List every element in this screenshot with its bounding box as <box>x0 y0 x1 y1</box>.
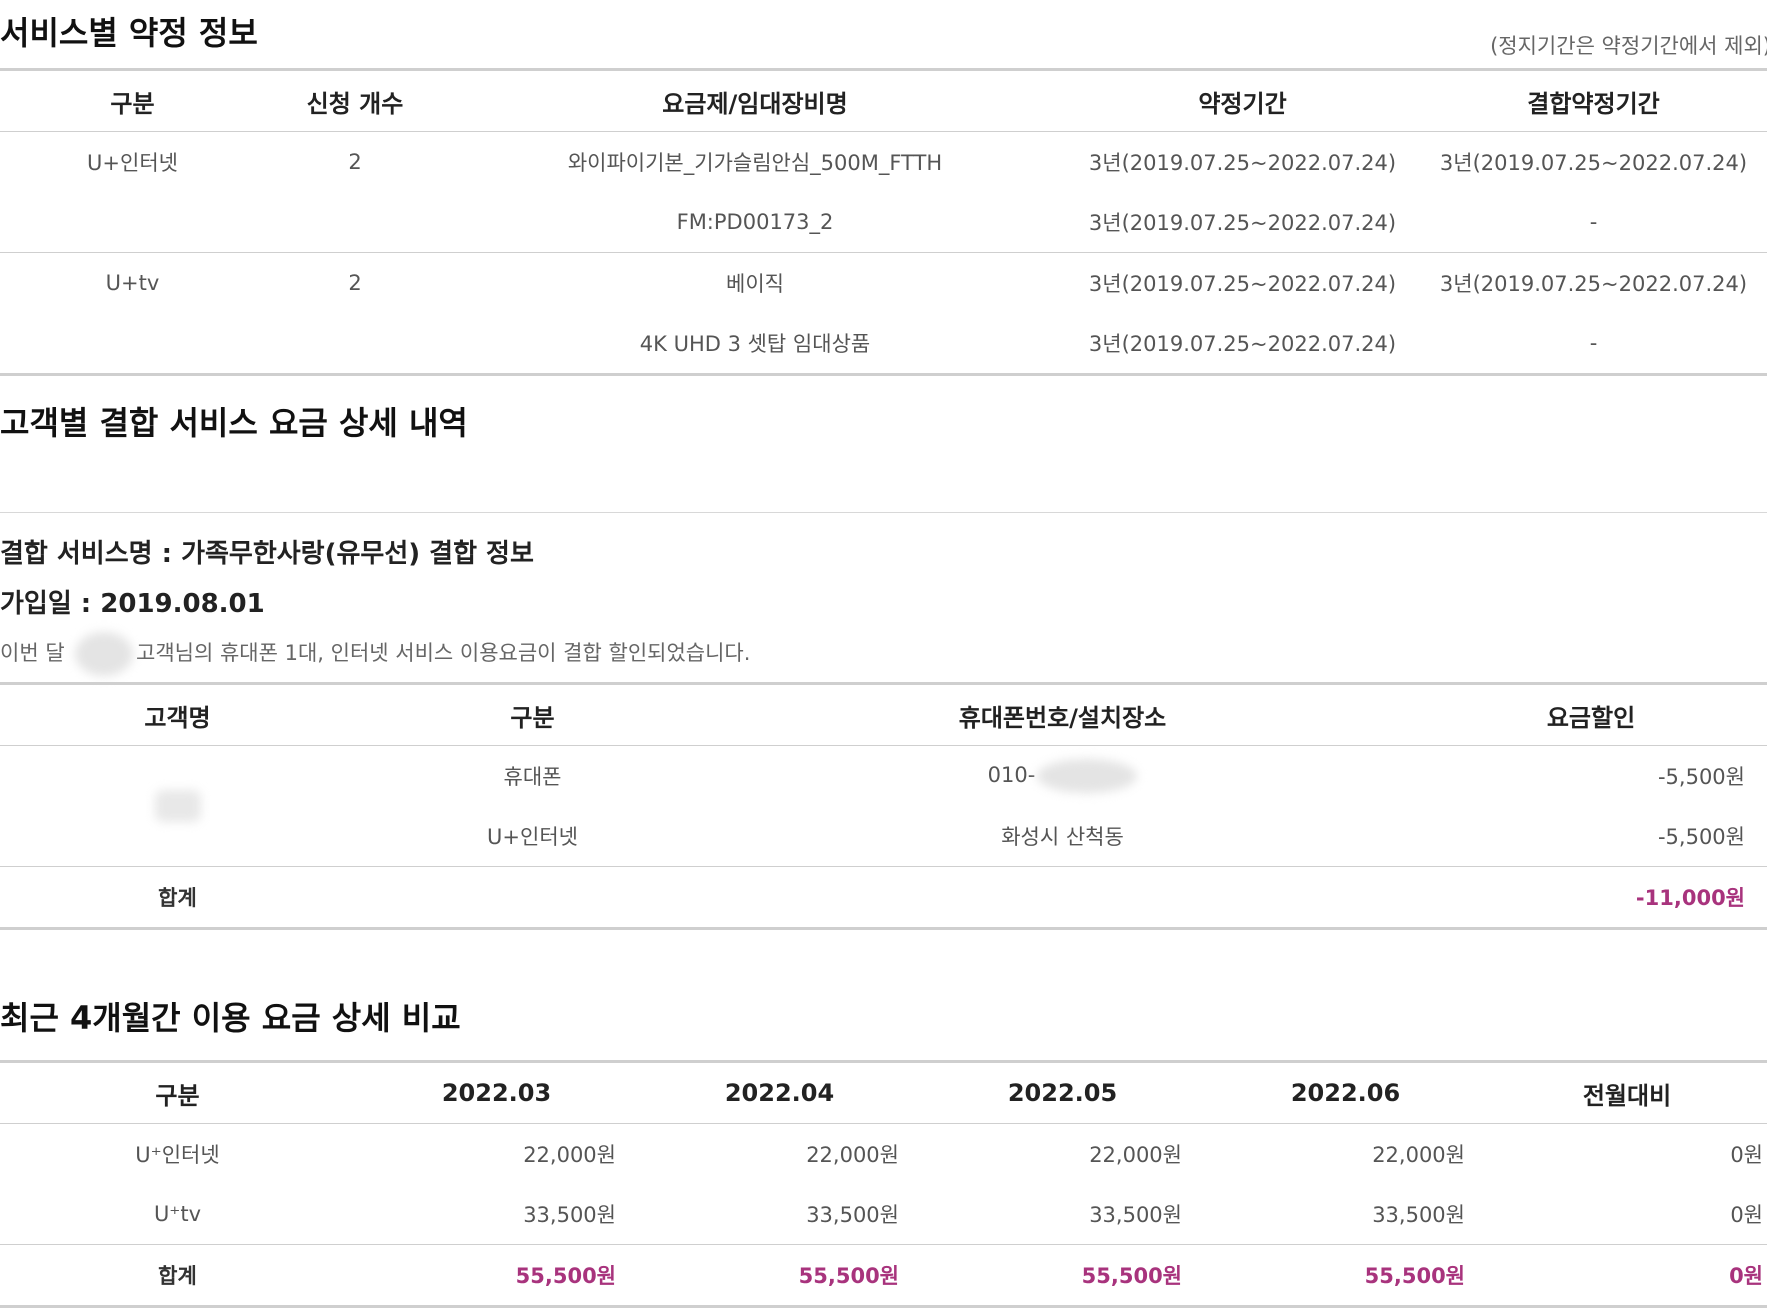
col-plan-name: 요금제/임대장비명 <box>662 89 848 118</box>
cell-plan-name: FM:PD00173_2 <box>676 210 834 234</box>
cell-category <box>0 313 265 375</box>
total-row: 합계 -11,000원 <box>0 867 1767 929</box>
table-row: U⁺tv 33,500원 33,500원 33,500원 33,500원 0원 <box>0 1184 1767 1245</box>
cell-category <box>0 192 265 253</box>
total-amount: 55,500원 <box>515 1264 616 1288</box>
total-label: 합계 <box>158 1264 197 1288</box>
combo-service-name: 결합 서비스명 : 가족무한사랑(유무선) 결합 정보 <box>0 539 534 569</box>
col-month: 2022.06 <box>1290 1079 1401 1107</box>
description-prefix: 이번 달 <box>0 641 65 665</box>
cell-phone-location: 화성시 산척동 <box>1001 825 1124 849</box>
masked-phone <box>1037 759 1138 793</box>
col-phone-location: 휴대폰번호/설치장소 <box>958 703 1167 732</box>
col-category: 구분 <box>155 1081 200 1110</box>
combo-section-title: 고객별 결합 서비스 요금 상세 내역 <box>0 404 468 442</box>
cell-combo-period: - <box>1589 331 1598 355</box>
col-customer-name: 고객명 <box>144 703 211 732</box>
suspension-note: (정지기간은 약정기간에서 제외) <box>1490 34 1767 58</box>
cell-contract-period: 3년(2019.07.25~2022.07.24) <box>1088 211 1397 235</box>
description-suffix: 고객님의 휴대폰 1대, 인터넷 서비스 이용요금이 결합 할인되었습니다. <box>136 641 751 665</box>
cell-count <box>265 313 445 375</box>
cell-combo-period: - <box>1589 210 1598 234</box>
col-contract-period: 약정기간 <box>1198 89 1287 118</box>
col-count: 신청 개수 <box>306 89 404 118</box>
cell-category: 휴대폰 <box>503 765 562 789</box>
cell-plan-name: 와이파이기본_기가슬림안심_500M_FTTH <box>567 151 943 175</box>
total-row: 합계 55,500원 55,500원 55,500원 55,500원 0원 <box>0 1245 1767 1307</box>
total-amount: 55,500원 <box>1364 1264 1465 1288</box>
col-month: 2022.05 <box>1007 1079 1118 1107</box>
cell-plan-name: 4K UHD 3 셋탑 임대상품 <box>639 332 871 356</box>
cell-category: U⁺tv <box>153 1202 202 1226</box>
cell-amount: 33,500원 <box>806 1203 899 1227</box>
col-month: 2022.03 <box>441 1079 552 1107</box>
cell-count: 2 <box>348 150 362 174</box>
table-row: 휴대폰 010- -5,500원 <box>0 746 1767 822</box>
cell-amount: 33,500원 <box>1089 1203 1182 1227</box>
cell-category: U⁺인터넷 <box>135 1143 220 1167</box>
total-empty <box>355 867 710 929</box>
cell-amount: 22,000원 <box>806 1143 899 1167</box>
combo-description: 이번 달 고객님의 휴대폰 1대, 인터넷 서비스 이용요금이 결합 할인되었습… <box>0 632 750 676</box>
col-discount: 요금할인 <box>1546 703 1636 732</box>
table-row: 4K UHD 3 셋탑 임대상품 3년(2019.07.25~2022.07.2… <box>0 313 1767 375</box>
cell-category: U+인터넷 <box>87 151 178 175</box>
cell-contract-period: 3년(2019.07.25~2022.07.24) <box>1088 151 1397 175</box>
col-combo-period: 결합약정기간 <box>1527 89 1660 118</box>
col-category: 구분 <box>110 89 155 118</box>
cell-phone-location: 010- <box>710 746 1415 807</box>
table-row: U⁺인터넷 22,000원 22,000원 22,000원 22,000원 0원 <box>0 1124 1767 1185</box>
contract-section-title: 서비스별 약정 정보 <box>0 14 258 52</box>
phone-prefix: 010- <box>987 763 1036 787</box>
recent-section-title: 최근 4개월간 이용 요금 상세 비교 <box>0 999 461 1037</box>
col-category: 구분 <box>510 703 555 732</box>
recent-header-row: 구분 2022.03 2022.04 2022.05 2022.06 전월대비 <box>0 1061 1767 1124</box>
cell-contract-period: 3년(2019.07.25~2022.07.24) <box>1088 272 1397 296</box>
table-row: FM:PD00173_2 3년(2019.07.25~2022.07.24) - <box>0 192 1767 253</box>
col-month: 2022.04 <box>724 1079 835 1107</box>
recent-table: 구분 2022.03 2022.04 2022.05 2022.06 전월대비 … <box>0 1060 1767 1308</box>
masked-name <box>75 632 134 676</box>
cell-count: 2 <box>348 271 362 295</box>
cell-category: U+인터넷 <box>487 825 578 849</box>
join-date: 가입일 : 2019.08.01 <box>0 589 265 619</box>
masked-customer-name <box>154 790 201 822</box>
cell-discount: -5,500원 <box>1657 765 1745 789</box>
col-month-diff: 전월대비 <box>1582 1081 1672 1110</box>
cell-amount: 22,000원 <box>1372 1143 1465 1167</box>
cell-combo-period: 3년(2019.07.25~2022.07.24) <box>1439 151 1748 175</box>
cell-diff: 0원 <box>1730 1143 1763 1167</box>
total-label: 합계 <box>158 886 197 910</box>
cell-amount: 33,500원 <box>523 1203 616 1227</box>
cell-combo-period: 3년(2019.07.25~2022.07.24) <box>1439 272 1748 296</box>
divider <box>0 512 1767 513</box>
combo-table: 고객명 구분 휴대폰번호/설치장소 요금할인 휴대폰 010- -5,500원 … <box>0 682 1767 930</box>
cell-amount: 33,500원 <box>1372 1203 1465 1227</box>
table-row: U+tv 2 베이직 3년(2019.07.25~2022.07.24) 3년(… <box>0 253 1767 314</box>
table-row: U+인터넷 2 와이파이기본_기가슬림안심_500M_FTTH 3년(2019.… <box>0 132 1767 193</box>
cell-amount: 22,000원 <box>1089 1143 1182 1167</box>
cell-discount: -5,500원 <box>1657 825 1745 849</box>
cell-category: U+tv <box>105 271 160 295</box>
total-diff: 0원 <box>1729 1264 1763 1288</box>
total-discount: -11,000원 <box>1635 886 1745 910</box>
cell-amount: 22,000원 <box>523 1143 616 1167</box>
total-amount: 55,500원 <box>798 1264 899 1288</box>
contract-table: 구분 신청 개수 요금제/임대장비명 약정기간 결합약정기간 U+인터넷 2 와… <box>0 68 1767 376</box>
total-empty <box>710 867 1415 929</box>
cell-customer-name <box>0 746 355 867</box>
cell-diff: 0원 <box>1730 1203 1763 1227</box>
cell-plan-name: 베이직 <box>726 272 784 296</box>
cell-count <box>265 192 445 253</box>
total-amount: 55,500원 <box>1081 1264 1182 1288</box>
combo-header-row: 고객명 구분 휴대폰번호/설치장소 요금할인 <box>0 683 1767 746</box>
contract-header-row: 구분 신청 개수 요금제/임대장비명 약정기간 결합약정기간 <box>0 69 1767 132</box>
cell-contract-period: 3년(2019.07.25~2022.07.24) <box>1088 332 1397 356</box>
